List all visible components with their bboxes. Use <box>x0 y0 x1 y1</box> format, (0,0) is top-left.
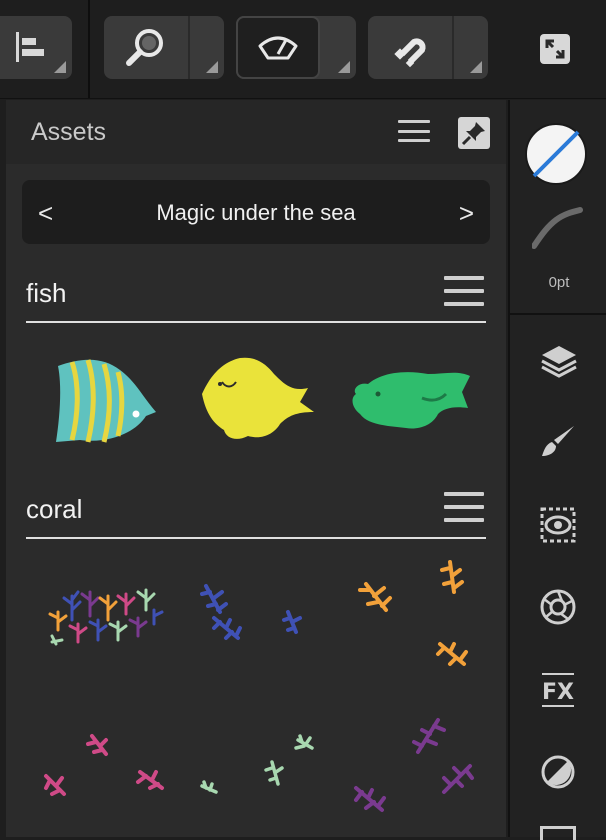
category-title-coral: coral <box>26 494 83 524</box>
blend-icon[interactable] <box>538 752 578 792</box>
category-title-fish: fish <box>26 278 67 308</box>
view-quality-icon <box>258 36 298 60</box>
category-menu-icon[interactable] <box>444 492 484 522</box>
right-toolbar: 0pt FX <box>508 100 606 840</box>
snapping-button[interactable] <box>368 16 488 79</box>
toolbar-separator <box>88 0 90 98</box>
pin-icon <box>461 122 485 146</box>
green-grouper-asset[interactable] <box>348 368 474 434</box>
more-tools-icon[interactable] <box>540 826 576 840</box>
zoom-button[interactable] <box>104 16 224 79</box>
panel-menu-icon[interactable] <box>398 120 430 142</box>
magnifier-icon <box>126 29 163 66</box>
top-toolbar <box>0 0 606 99</box>
brush-icon[interactable] <box>538 422 578 462</box>
pin-button[interactable] <box>458 117 490 149</box>
button-split <box>452 16 454 79</box>
collection-title: Magic under the sea <box>156 200 356 225</box>
fx-icon[interactable]: FX <box>538 670 578 710</box>
panel-header: Assets <box>6 100 506 164</box>
expand-icon[interactable] <box>538 32 572 66</box>
category-divider <box>26 537 486 539</box>
stroke-color-swatch[interactable] <box>524 122 588 186</box>
dropdown-corner <box>338 61 350 73</box>
angelfish-asset[interactable] <box>50 356 162 448</box>
next-collection-button[interactable]: > <box>459 198 474 229</box>
coral-pink-asset[interactable] <box>42 730 182 820</box>
collection-navigator: < Magic under the sea > <box>22 180 490 244</box>
dropdown-corner <box>206 61 218 73</box>
right-toolbar-separator <box>510 313 606 315</box>
magnet-icon <box>394 38 426 68</box>
stroke-width-icon[interactable] <box>532 206 584 250</box>
coral-cluster-multicolor-asset[interactable] <box>42 580 166 650</box>
coral-orange-asset[interactable] <box>346 556 476 676</box>
view-mode-button[interactable] <box>236 16 356 79</box>
effects-ring-icon[interactable] <box>538 587 578 627</box>
dropdown-corner <box>54 61 66 73</box>
layers-icon[interactable] <box>538 342 580 380</box>
category-menu-icon[interactable] <box>444 276 484 306</box>
coral-green-asset[interactable] <box>198 732 328 802</box>
adjustments-icon[interactable] <box>538 505 578 545</box>
assets-panel: Assets < Magic under the sea > fish cora… <box>6 100 506 837</box>
dropdown-corner <box>470 61 482 73</box>
align-left-icon <box>16 32 44 62</box>
coral-purple-asset[interactable] <box>346 714 476 824</box>
category-divider <box>26 321 486 323</box>
coral-blue-asset[interactable] <box>192 582 322 652</box>
yellow-tang-asset[interactable] <box>196 354 318 444</box>
svg-text:FX: FX <box>542 680 574 705</box>
button-split <box>188 16 190 79</box>
stroke-width-label: 0pt <box>548 274 570 291</box>
align-button[interactable] <box>0 16 72 79</box>
panel-title: Assets <box>31 118 107 146</box>
view-mode-active <box>236 16 320 79</box>
